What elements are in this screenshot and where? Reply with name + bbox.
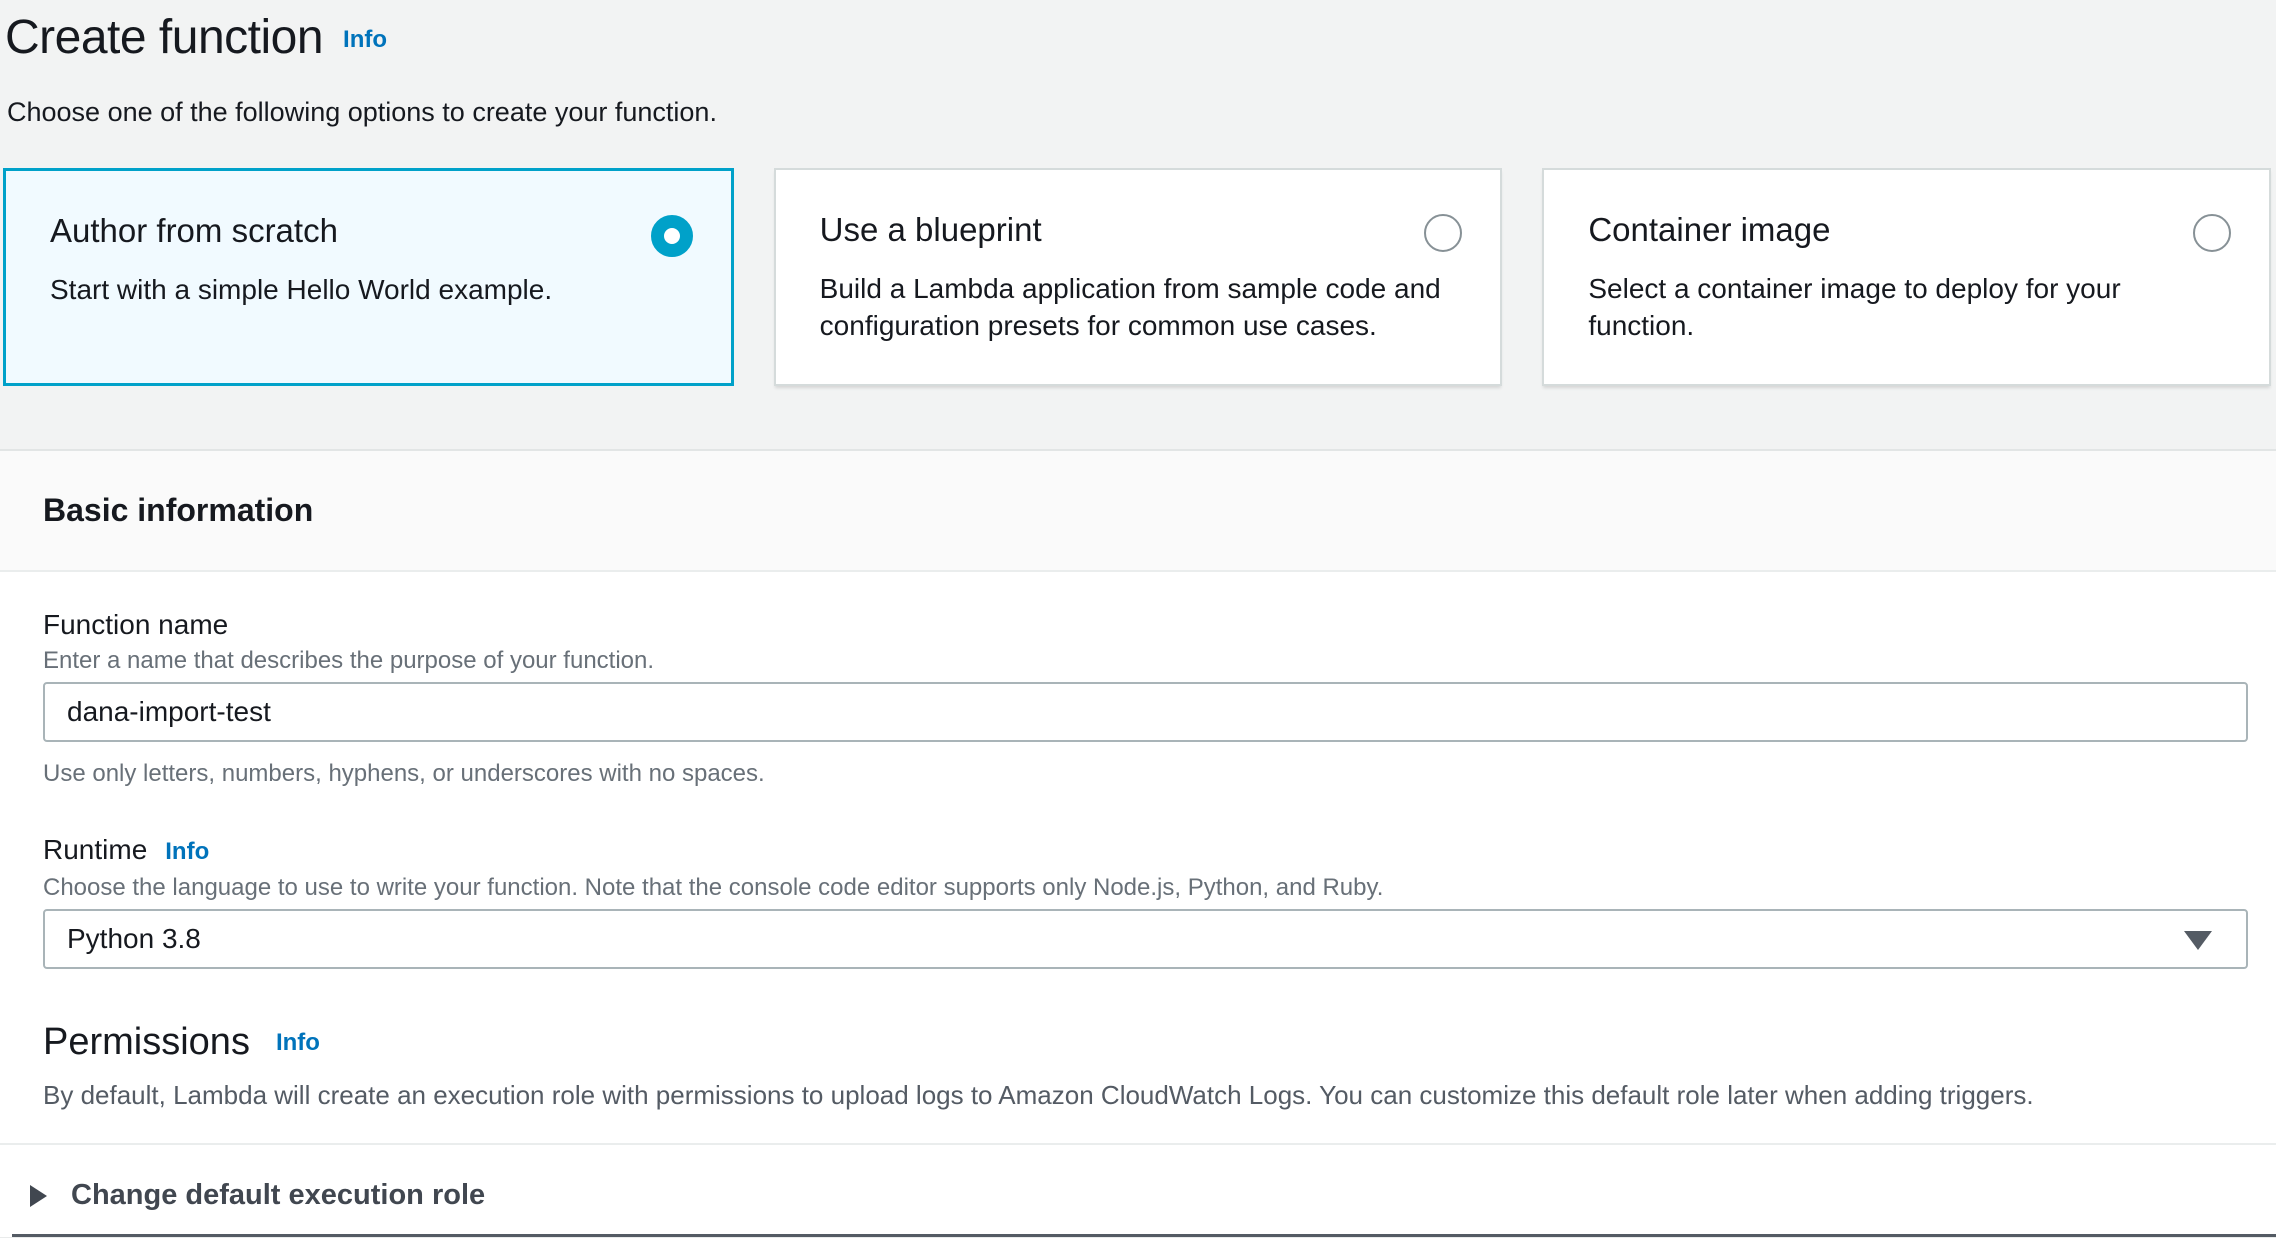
card-container-image[interactable]: Container image Select a container image… xyxy=(1542,168,2271,386)
create-function-info-link[interactable]: Info xyxy=(343,26,387,53)
card-description: Build a Lambda application from sample c… xyxy=(820,270,1457,344)
card-title: Author from scratch xyxy=(50,211,687,251)
card-title: Container image xyxy=(1588,210,2225,250)
card-title: Use a blueprint xyxy=(820,210,1457,250)
function-name-label: Function name xyxy=(43,608,2248,642)
runtime-selected-value: Python 3.8 xyxy=(67,923,201,954)
permissions-heading-row: Permissions Info xyxy=(43,1019,2248,1065)
radio-selected-icon[interactable] xyxy=(651,215,693,257)
permissions-description: By default, Lambda will create an execut… xyxy=(43,1079,2248,1111)
radio-unselected-icon[interactable] xyxy=(2193,214,2231,252)
runtime-info-link[interactable]: Info xyxy=(165,838,209,865)
runtime-field: Runtime Info Choose the language to use t… xyxy=(43,833,2248,969)
chevron-right-icon xyxy=(30,1185,47,1207)
basic-information-body: Function name Enter a name that describe… xyxy=(0,572,2276,1111)
change-default-execution-role-expander[interactable]: Change default execution role xyxy=(0,1145,2276,1234)
permissions-heading: Permissions xyxy=(43,1021,250,1063)
chevron-down-icon xyxy=(2184,931,2212,950)
runtime-description: Choose the language to use to write your… xyxy=(43,873,2248,903)
card-description: Select a container image to deploy for y… xyxy=(1588,270,2225,344)
page-header: Create function Info Choose one of the fo… xyxy=(0,0,2276,129)
create-function-form-panel: Basic information Function name Enter a … xyxy=(0,449,2276,1238)
basic-information-heading: Basic information xyxy=(43,492,2233,529)
card-author-from-scratch[interactable]: Author from scratch Start with a simple … xyxy=(3,168,734,386)
expander-label: Change default execution role xyxy=(71,1179,485,1212)
runtime-label-row: Runtime Info xyxy=(43,833,2248,869)
function-name-description: Enter a name that describes the purpose … xyxy=(43,646,2248,676)
radio-unselected-icon[interactable] xyxy=(1424,214,1462,252)
function-name-field: Function name Enter a name that describe… xyxy=(43,572,2248,789)
runtime-select[interactable]: Python 3.8 xyxy=(43,909,2248,969)
card-use-a-blueprint[interactable]: Use a blueprint Build a Lambda applicati… xyxy=(774,168,1503,386)
permissions-info-link[interactable]: Info xyxy=(276,1029,320,1056)
page-title: Create function xyxy=(5,11,323,64)
card-description: Start with a simple Hello World example. xyxy=(50,271,687,308)
creation-option-cards: Author from scratch Start with a simple … xyxy=(3,168,2271,386)
function-name-input[interactable] xyxy=(43,682,2248,742)
runtime-label: Runtime xyxy=(43,834,147,865)
function-name-constraint: Use only letters, numbers, hyphens, or u… xyxy=(43,759,2248,789)
page-subtitle: Choose one of the following options to c… xyxy=(5,95,2276,129)
basic-information-header: Basic information xyxy=(0,449,2276,572)
